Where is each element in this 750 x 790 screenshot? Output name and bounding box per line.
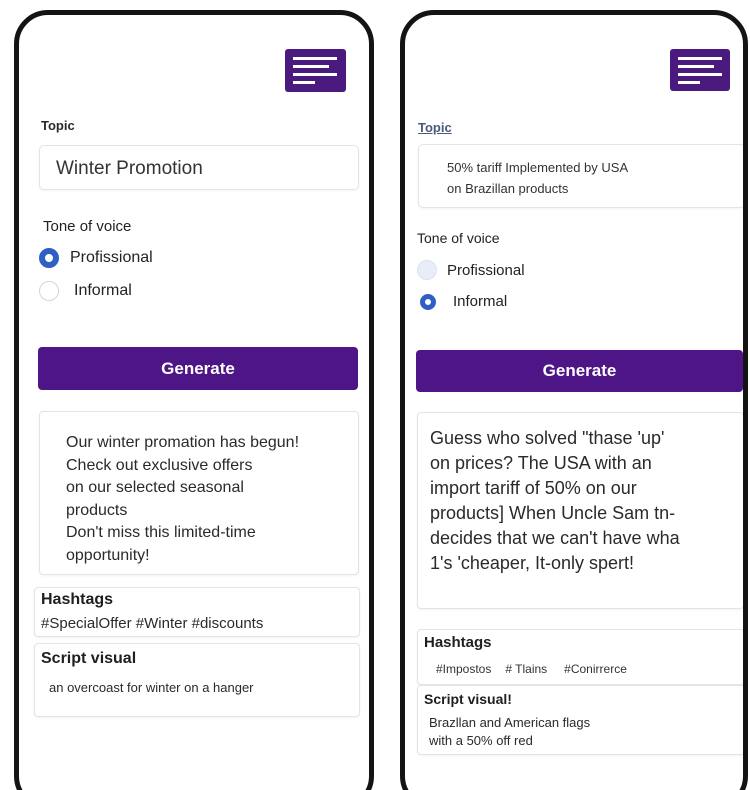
script-visual-card: Script visual! Brazllan and American fla… [417,685,743,755]
generate-button[interactable]: Generate [416,350,743,392]
hashtags-title: Hashtags [424,634,492,651]
radio-label: Informal [74,282,132,299]
hashtags-text: #SpecialOffer #Winter #discounts [41,615,264,632]
script-visual-text: Brazllan and American flags with a 50% o… [429,715,591,748]
radio-label: Profissional [447,261,525,279]
script-visual-title: Script visual [41,650,137,667]
script-visual-title: Script visual! [424,691,512,707]
radio-option-informal[interactable]: Informal [420,293,507,310]
menu-icon[interactable] [670,49,730,91]
radio-unselected-icon [39,281,59,301]
phone-frame-left: Topic Winter Promotion Tone of voice Pro… [14,10,374,790]
radio-label: Informal [453,293,508,310]
hashtag-item: #Conirrerce [564,662,627,676]
hashtags-title: Hashtags [41,591,114,608]
hashtag-list: #Impostos # Tlains #Conirrerce [436,662,627,676]
radio-option-profissional[interactable]: Profissional [39,248,153,268]
tone-of-voice-label: Tone of voice [417,230,500,246]
phone-frame-right: Topic 50% tariff Implemented by USA on B… [400,10,748,790]
topic-label: Topic [41,118,75,133]
hashtag-item: #Impostos [436,662,492,676]
script-visual-text: an overcoast for winter on a hanger [49,680,254,695]
generate-button[interactable]: Generate [38,347,358,390]
script-visual-card: Script visual an overcoast for winter on… [34,643,360,717]
hashtags-card: Hashtags #Impostos # Tlains #Conirrerce [417,629,743,685]
topic-input[interactable]: 50% tariff Implemented by USA on Brazill… [418,144,743,208]
hashtag-item: # Tlains [505,662,548,676]
generated-post-text: Guess who solved "thase 'up' on prices? … [430,428,680,573]
topic-input[interactable]: Winter Promotion [39,145,359,190]
menu-icon[interactable] [285,49,346,92]
radio-selected-icon [39,248,59,268]
radio-option-informal[interactable]: Informal [39,281,132,301]
tone-of-voice-label: Tone of voice [43,218,132,235]
radio-option-profissional[interactable]: Profissional [417,260,525,280]
topic-label: Topic [418,120,452,135]
hashtags-card: Hashtags #SpecialOffer #Winter #discount… [34,587,360,637]
radio-label: Profissional [70,249,153,266]
radio-unselected-icon [417,260,437,280]
generated-post-card: Guess who solved "thase 'up' on prices? … [417,412,743,609]
generated-post-text: Our winter promation has begun! Check ou… [66,434,300,564]
topic-value: Winter Promotion [56,158,203,179]
radio-selected-icon [420,293,436,310]
generated-post-card: Our winter promation has begun! Check ou… [39,411,359,575]
topic-value: 50% tariff Implemented by USA on Brazill… [447,160,629,196]
